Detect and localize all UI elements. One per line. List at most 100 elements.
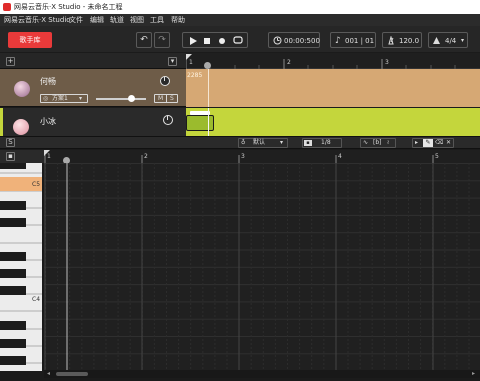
key-label-c5: C5 <box>32 181 41 188</box>
add-track-button[interactable]: + <box>6 57 15 66</box>
track2-clip[interactable] <box>186 108 480 136</box>
scrollbar-thumb[interactable] <box>56 372 88 376</box>
ruler-ticks <box>186 54 456 69</box>
ruler-ticks <box>44 150 434 163</box>
record-icon[interactable] <box>218 37 226 45</box>
ruler-mark: 5 <box>435 153 439 160</box>
mute-solo-group: M S <box>154 94 178 103</box>
transport-controls <box>182 32 248 48</box>
position-display-box[interactable]: ♪ 001 | 01 <box>330 32 376 48</box>
grid-quantize-select[interactable]: ▪ 1/8 <box>302 138 342 148</box>
mode-label: 默认 <box>253 139 266 146</box>
style-dropdown[interactable]: ◎ 方案1 ▾ <box>40 94 88 103</box>
param-buttons: ∿ [b] ≀ <box>360 138 396 148</box>
redo-icon: ↷ <box>158 35 166 45</box>
style-icon: ◎ <box>43 95 49 102</box>
edit-tool-group: ▸ ✎ ⌫ ✕ <box>412 138 454 148</box>
piano-keys[interactable] <box>0 163 42 371</box>
singer-library-button[interactable]: 歌手库 <box>8 32 52 48</box>
ruler-mark: 4 <box>338 153 342 160</box>
chevron-down-icon: ▾ <box>461 37 465 44</box>
mode-icon: ♁ <box>241 139 246 146</box>
menu-edit[interactable]: 编辑 <box>90 15 104 25</box>
ruler-mark: 3 <box>385 59 389 66</box>
undo-icon: ↶ <box>140 35 148 45</box>
track1-clip[interactable]: 2285 <box>186 69 480 107</box>
key-label-c4: C4 <box>32 296 41 303</box>
mute-button[interactable]: M <box>158 95 163 102</box>
selected-segment[interactable] <box>186 111 214 131</box>
menu-file[interactable]: 文件 <box>69 15 83 25</box>
ruler-mark: 1 <box>189 59 193 66</box>
undo-button[interactable]: ↶ <box>136 32 152 48</box>
time-signature-box[interactable]: 4/4 ▾ <box>428 32 468 48</box>
ruler-mark: 3 <box>241 153 245 160</box>
pan-knob[interactable] <box>163 115 173 125</box>
style-label: 方案1 <box>52 95 68 102</box>
playhead-line <box>208 108 209 136</box>
stop-icon[interactable] <box>203 37 211 45</box>
chevron-down-icon: ▾ <box>79 95 83 102</box>
ruler-mark: 1 <box>47 153 51 160</box>
title-bar: 网易云音乐·X Studio - 未命名工程 <box>0 0 480 14</box>
volume-slider-handle[interactable] <box>128 95 135 102</box>
menu-app[interactable]: 网易云音乐·X Studio <box>4 15 71 25</box>
ruler-mark: 2 <box>287 59 291 66</box>
note-grid[interactable] <box>44 163 480 371</box>
piano-keyboard[interactable]: C5 C4 <box>0 163 42 371</box>
piano-roll-ruler[interactable]: 1 2 3 4 5 <box>44 150 480 164</box>
zoom-button[interactable]: ▪ <box>6 152 15 161</box>
piano-roll-grid[interactable] <box>44 163 480 371</box>
editor-toolbar: S ♁ 默认 ▾ ▪ 1/8 ∿ [b] ≀ ▸ ✎ ⌫ ✕ <box>0 136 480 149</box>
track-header-2[interactable]: 小冰 <box>0 108 186 136</box>
menu-view[interactable]: 视图 <box>130 15 144 25</box>
horizontal-scrollbar[interactable]: ◂ ▸ <box>44 370 480 378</box>
clip-label: 2285 <box>187 72 203 79</box>
grid-icon: ▪ <box>304 140 312 146</box>
singer-avatar <box>13 119 29 135</box>
mode-dropdown[interactable]: ♁ 默认 ▾ <box>238 138 288 148</box>
track-name: 何畅 <box>40 77 56 86</box>
pan-knob[interactable] <box>160 76 170 86</box>
playhead-line <box>208 69 209 107</box>
play-icon[interactable] <box>189 37 197 45</box>
track-header-1[interactable]: 何畅 ◎ 方案1 ▾ M S <box>0 69 186 107</box>
pencil-tool-icon[interactable]: ✎ <box>423 139 433 147</box>
volume-slider[interactable] <box>96 98 146 100</box>
scroll-right-icon[interactable]: ▸ <box>472 370 475 378</box>
segment-handle[interactable] <box>190 111 210 115</box>
time-display-box[interactable]: 00:00:500 <box>268 32 320 48</box>
main-toolbar: 歌手库 ↶ ↷ 00:00:500 ♪ 001 | 01 120.0 4/4 ▾ <box>0 26 480 52</box>
signature-icon <box>433 37 440 44</box>
collapse-icon: ▾ <box>170 57 175 65</box>
tempo-value: 120.0 <box>399 37 420 45</box>
redo-button[interactable]: ↷ <box>154 32 170 48</box>
loop-icon[interactable] <box>233 36 243 45</box>
corner-filler <box>0 371 44 381</box>
note-icon: ♪ <box>335 36 341 46</box>
breath-param-button[interactable]: [b] <box>373 139 382 147</box>
track-list-menu-button[interactable]: ▾ <box>168 57 177 66</box>
solo-button[interactable]: S <box>170 95 174 102</box>
plus-icon: + <box>7 57 14 65</box>
close-tool-icon[interactable]: ✕ <box>446 139 451 147</box>
time-signature: 4/4 <box>445 37 457 45</box>
menu-tools[interactable]: 工具 <box>150 15 164 25</box>
vibrato-icon[interactable]: ≀ <box>387 139 389 147</box>
pitch-curve-icon[interactable]: ∿ <box>363 139 368 147</box>
track-name: 小冰 <box>40 117 56 126</box>
metronome-icon <box>388 36 394 45</box>
menu-track[interactable]: 轨道 <box>110 15 124 25</box>
piano-roll-corner: ▪ <box>0 150 44 163</box>
eraser-tool-icon[interactable]: ⌫ <box>435 139 443 147</box>
select-tool-icon[interactable]: ▸ <box>415 139 418 147</box>
scroll-left-icon[interactable]: ◂ <box>47 370 50 378</box>
position-display: 001 | 01 <box>345 37 375 45</box>
playhead-handle[interactable] <box>204 62 211 69</box>
ruler-mark: 2 <box>144 153 148 160</box>
arrangement-ruler[interactable]: 1 2 3 <box>186 53 480 69</box>
grid-value: 1/8 <box>321 139 331 146</box>
menu-help[interactable]: 帮助 <box>171 15 185 25</box>
tempo-box[interactable]: 120.0 <box>382 32 422 48</box>
lyrics-toggle-button[interactable]: S <box>6 138 15 147</box>
